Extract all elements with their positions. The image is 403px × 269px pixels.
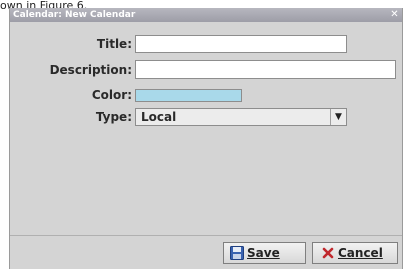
cancel-button-label: Cancel — [338, 246, 383, 260]
cancel-button[interactable]: Cancel — [312, 242, 398, 264]
new-calendar-dialog: Calendar: New Calendar ✕ Title: Descript… — [9, 8, 403, 269]
type-select[interactable]: Local ▼ — [135, 108, 347, 126]
title-input[interactable] — [135, 35, 347, 53]
chevron-down-icon[interactable]: ▼ — [330, 109, 346, 125]
dialog-title: Calendar: New Calendar — [13, 10, 136, 20]
title-bar[interactable]: Calendar: New Calendar ✕ — [10, 8, 402, 22]
type-selected-value: Local — [141, 110, 177, 124]
color-label: Color: — [91, 88, 132, 102]
floppy-disk-icon — [230, 246, 244, 260]
button-separator — [10, 235, 402, 236]
description-input[interactable] — [135, 60, 396, 79]
type-label: Type: — [95, 110, 132, 124]
cancel-x-icon — [322, 247, 334, 259]
description-label: Description: — [49, 63, 132, 77]
title-label: Title: — [96, 37, 132, 51]
save-button-label: Save — [247, 246, 280, 260]
save-button[interactable]: Save — [223, 242, 306, 264]
color-picker-swatch[interactable] — [135, 89, 242, 102]
close-icon[interactable]: ✕ — [389, 10, 400, 20]
